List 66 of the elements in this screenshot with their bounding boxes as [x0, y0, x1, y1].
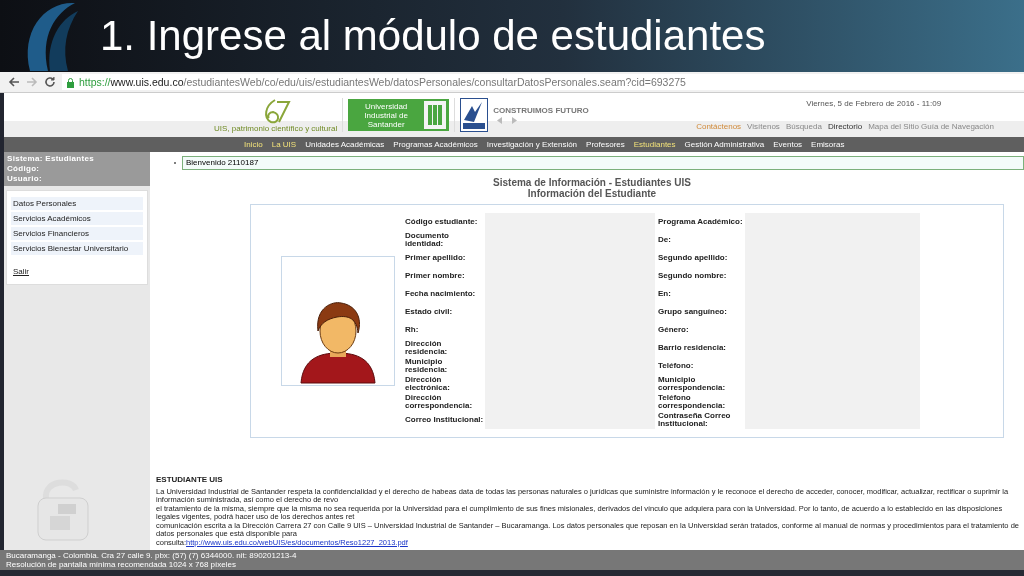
logo-caption: UIS, patrimonio científico y cultural	[214, 123, 338, 133]
nav-link[interactable]: Investigación y Extensión	[486, 140, 578, 149]
top-link[interactable]: Visítenos	[747, 122, 780, 131]
nav-link[interactable]: Emisoras	[811, 140, 845, 149]
slogan-text: CONSTRUIMOS FUTURO	[493, 106, 589, 115]
info-label: Sistema: Estudiantes	[7, 154, 95, 164]
logout-link[interactable]: Salir	[13, 267, 29, 276]
page-title: Sistema de Información - Estudiantes UIS	[492, 177, 692, 188]
university-name: Universidad Industrial de Santander	[363, 101, 409, 129]
field-label: Contraseña Correo Institucional:	[657, 411, 732, 429]
menu-item[interactable]: Servicios Financieros	[11, 227, 143, 240]
address-bar[interactable]: https://www.uis.edu.co/estudiantesWeb/co/edu/uis/estudiantesWeb/datosPersonales/consultarDatosPersonales.seam?cid=693275	[62, 74, 1024, 90]
field-label: Dirección residencia:	[405, 339, 449, 357]
previous-icon	[497, 117, 504, 124]
field-label: Municipio correspondencia:	[657, 375, 727, 393]
field-label: Teléfono:	[657, 359, 695, 372]
field-label: Primer apellido:	[405, 251, 467, 264]
info-label: Usuario:	[7, 174, 43, 184]
field-label: Dirección electrónica:	[405, 375, 451, 393]
url-text: https://www.uis.edu.co/estudiantesWeb/co/edu/uis/estudiantesWeb/datosPersonales/consultarDatosPersonales.seam?cid=693275	[79, 76, 686, 88]
accreditation-logo-icon	[460, 98, 489, 132]
field-label: De:	[657, 233, 672, 246]
forward-icon	[26, 76, 38, 88]
field-label: Dirección correspondencia:	[405, 393, 474, 411]
field-label: Primer nombre:	[405, 269, 466, 282]
welcome-message: Bienvenido 2110187	[182, 156, 1024, 170]
nav-link[interactable]: Unidades Académicas	[305, 140, 385, 149]
nav-link[interactable]: La UIS	[271, 140, 297, 149]
reload-icon	[44, 76, 56, 88]
footer-text: Resolución de pantalla mínima recomendada 1024 x 768 píxeles	[6, 560, 237, 569]
field-label: Estado civil:	[405, 305, 454, 318]
field-label: Segundo nombre:	[657, 269, 728, 282]
menu-item[interactable]: Datos Personales	[11, 197, 143, 210]
field-label: En:	[657, 287, 672, 300]
footer-text: Bucaramanga - Colombia. Cra 27 calle 9. pbx: (57) (7) 6344000. nit: 890201213-4	[6, 551, 298, 560]
date-text: Viernes, 5 de Febrero de 2016 - 11:09	[806, 99, 942, 108]
back-icon	[8, 76, 20, 88]
nav-link[interactable]: Programas Académicos	[393, 140, 478, 149]
field-label: Código estudiante:	[405, 215, 479, 228]
field-label: Fecha nacimiento:	[405, 287, 477, 300]
top-link[interactable]: Directorio	[827, 122, 863, 131]
field-label: Programa Académico:	[657, 215, 744, 228]
field-label: Municipio residencia:	[405, 357, 449, 375]
nav-link[interactable]: Gestión Administrativa	[684, 140, 765, 149]
nav-link[interactable]: Profesores	[586, 140, 625, 149]
slide-title: 1. Ingrese al módulo de estudiantes	[100, 11, 766, 61]
field-label: Segundo apellido:	[657, 251, 729, 264]
nav-link[interactable]: Eventos	[773, 140, 803, 149]
field-label: Correo Institucional:	[405, 413, 485, 426]
next-icon	[511, 117, 518, 124]
nav-link[interactable]: Estudiantes	[633, 140, 676, 149]
field-label: Rh:	[405, 323, 420, 336]
menu-item[interactable]: Servicios Académicos	[11, 212, 143, 225]
menu-item[interactable]: Servicios Bienestar Universitario	[11, 242, 143, 255]
top-link[interactable]: Búsqueda	[785, 122, 822, 131]
page-subtitle: Información del Estudiante	[526, 188, 658, 199]
info-label: Código:	[7, 164, 41, 174]
nav-link[interactable]: Inicio	[244, 140, 263, 149]
lock-icon	[66, 76, 75, 88]
field-label: Documento identidad:	[405, 231, 450, 249]
field-label: Grupo sanguíneo:	[657, 305, 728, 318]
field-label: Género:	[657, 323, 690, 336]
top-link[interactable]: Mapa del Sitio Guía de Navegación	[868, 122, 994, 131]
notice-title: ESTUDIANTE UIS	[156, 474, 224, 484]
field-label: Barrio residencia:	[657, 341, 728, 354]
field-label: Teléfono correspondencia:	[657, 393, 727, 411]
